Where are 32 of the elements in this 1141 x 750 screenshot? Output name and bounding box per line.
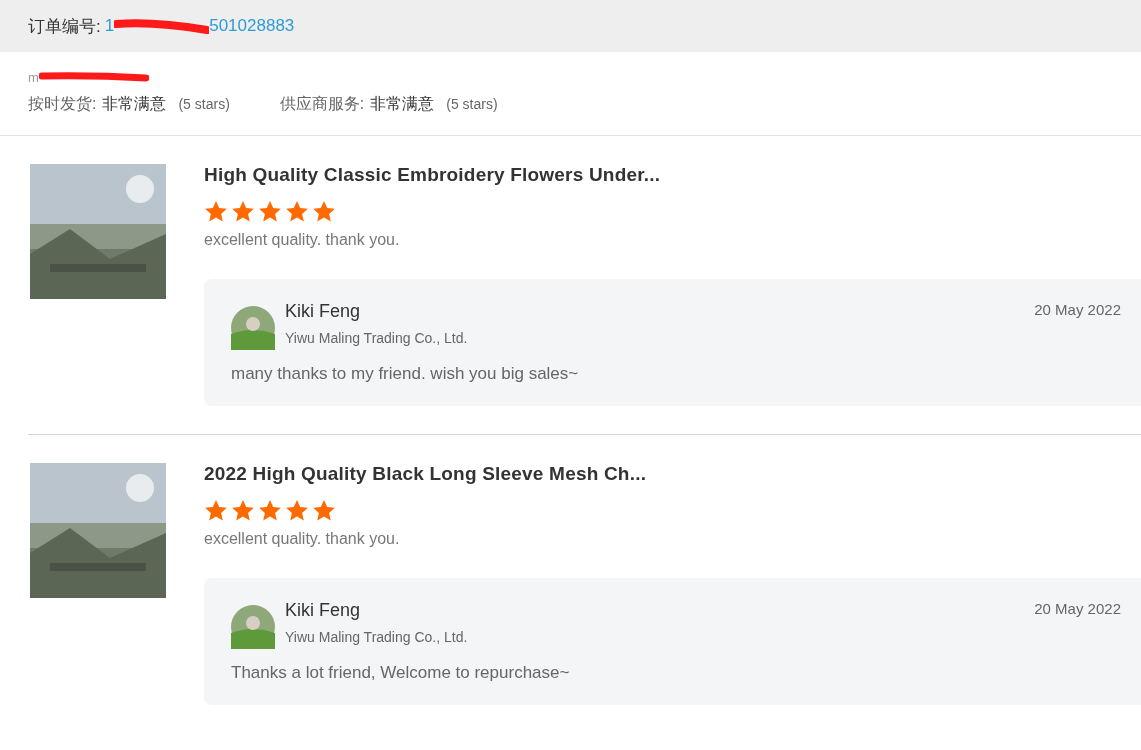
rating-label: 供应商服务: <box>279 94 365 114</box>
star-icon <box>285 200 309 223</box>
star-icon <box>204 499 228 522</box>
seller-name: Kiki Feng <box>285 600 362 621</box>
avatar-icon <box>231 605 275 649</box>
star-icon <box>231 499 255 522</box>
star-icon <box>231 200 255 223</box>
seller-company: Yiwu Maling Trading Co., Ltd. <box>285 330 469 346</box>
product-title[interactable]: High Quality Classic Embroidery Flowers Under... <box>204 164 1141 186</box>
rating-label: 按时发货: <box>28 94 97 114</box>
star-icon <box>258 499 282 522</box>
star-icon <box>312 200 336 223</box>
review-comment: excellent quality. thank you. <box>204 530 401 548</box>
star-icon <box>204 200 228 223</box>
star-icon <box>258 200 282 223</box>
reply-text: many thanks to my friend. wish you big sales~ <box>231 364 580 384</box>
review-comment: excellent quality. thank you. <box>204 231 401 249</box>
avatar-icon <box>231 306 275 350</box>
rating-note: (5 stars) <box>178 96 230 112</box>
rating-value: 非常满意 <box>102 94 167 114</box>
reply-text: Thanks a lot friend, Welcome to repurchase~ <box>231 663 571 683</box>
star-icon <box>285 499 309 522</box>
rating-value: 非常满意 <box>370 94 435 114</box>
order-number-label: 订单编号: <box>28 15 101 38</box>
seller-name: Kiki Feng <box>285 301 362 322</box>
buyer-name: m <box>28 69 39 85</box>
product-title[interactable]: 2022 High Quality Black Long Sleeve Mesh Ch... <box>204 463 1141 485</box>
rating-note: (5 stars) <box>446 96 498 112</box>
reply-date: 20 May 2022 <box>1034 301 1121 318</box>
seller-company: Yiwu Maling Trading Co., Ltd. <box>285 629 469 645</box>
reply-date: 20 May 2022 <box>1034 600 1121 617</box>
star-icon <box>312 499 336 522</box>
